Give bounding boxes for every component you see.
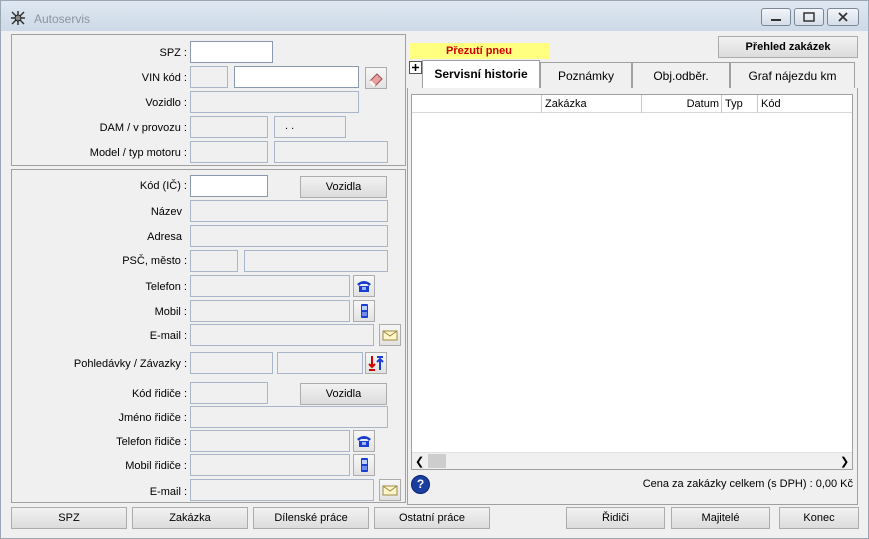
owner-mobile-label: Mobil : (154, 306, 187, 318)
owner-psc-field[interactable] (190, 250, 238, 272)
mobile-icon[interactable] (353, 300, 375, 322)
spz-button[interactable]: SPZ (11, 507, 127, 529)
scroll-thumb[interactable] (428, 454, 446, 468)
tire-change-badge: Přezutí pneu (409, 43, 549, 59)
owner-psc-label: PSČ, město : (122, 255, 187, 267)
owners-button[interactable]: Majitelé (671, 507, 770, 529)
driver-phone-label: Telefon řidiče : (116, 436, 187, 448)
plus-icon[interactable] (409, 61, 422, 74)
phone-icon[interactable] (353, 275, 375, 297)
tab-purchase-orders[interactable]: Obj.odběr. (632, 62, 730, 88)
app-logo-icon (10, 10, 26, 26)
horizontal-scrollbar[interactable]: ❮ ❯ (412, 452, 852, 469)
minimize-button[interactable] (761, 8, 791, 26)
orders-overview-button[interactable]: Přehled zakázek (718, 36, 858, 58)
close-button[interactable] (827, 8, 859, 26)
vin-prefix-field[interactable] (190, 66, 228, 88)
column-header-order[interactable]: Zakázka (542, 95, 642, 113)
column-header-code[interactable]: Kód (758, 95, 818, 113)
title-bar: Autoservis (1, 1, 868, 31)
spz-label: SPZ : (159, 47, 187, 59)
owner-email-field[interactable] (190, 324, 374, 346)
model-field[interactable] (190, 141, 268, 163)
driver-mobile-label: Mobil řidiče : (125, 460, 187, 472)
receivables-label: Pohledávky / Závazky : (73, 358, 187, 370)
driver-phone-field[interactable] (190, 430, 350, 452)
driver-email-label: E-mail : (149, 486, 187, 498)
vozidlo-field[interactable] (190, 91, 359, 113)
owner-phone-field[interactable] (190, 275, 350, 297)
owner-name-label: Název (150, 206, 182, 218)
driver-code-label: Kód řidiče : (131, 388, 187, 400)
window-title: Autoservis (34, 12, 91, 26)
vin-field[interactable] (234, 66, 359, 88)
help-icon[interactable]: ? (411, 475, 430, 494)
engine-type-field[interactable] (274, 141, 388, 163)
tab-service-history[interactable]: Servisní historie (422, 60, 540, 88)
provoz-date-field[interactable]: . . (274, 116, 346, 138)
model-label: Model / typ motoru : (89, 147, 187, 159)
orders-total-text: Cena za zakázky celkem (s DPH) : 0,00 Kč (642, 478, 853, 490)
close-app-button[interactable]: Konec (779, 507, 859, 529)
drivers-button[interactable]: Řidiči (566, 507, 665, 529)
driver-name-label: Jméno řidiče : (118, 412, 187, 424)
other-work-button[interactable]: Ostatní práce (374, 507, 490, 529)
payables-field[interactable] (277, 352, 363, 374)
owner-name-field[interactable] (190, 200, 388, 222)
driver-envelope-icon[interactable] (379, 479, 401, 501)
receivables-field[interactable] (190, 352, 273, 374)
balance-arrows-icon[interactable] (365, 352, 387, 374)
owner-code-field[interactable] (190, 175, 268, 197)
workshop-work-button[interactable]: Dílenské práce (253, 507, 369, 529)
driver-mobile-icon[interactable] (353, 454, 375, 476)
maximize-button[interactable] (794, 8, 824, 26)
driver-email-field[interactable] (190, 479, 374, 501)
eraser-icon[interactable] (365, 67, 387, 89)
dam-label: DAM / v provozu : (99, 122, 187, 134)
tab-notes[interactable]: Poznámky (540, 62, 632, 88)
owner-city-field[interactable] (244, 250, 388, 272)
scroll-left-icon[interactable]: ❮ (415, 455, 424, 468)
owner-vehicles-button[interactable]: Vozidla (300, 176, 387, 198)
column-header-type[interactable]: Typ (722, 95, 758, 113)
owner-mobile-field[interactable] (190, 300, 350, 322)
vin-label: VIN kód : (141, 72, 187, 84)
driver-phone-icon[interactable] (353, 430, 375, 452)
owner-address-field[interactable] (190, 225, 388, 247)
driver-name-field[interactable] (190, 406, 388, 428)
owner-address-label: Adresa (147, 231, 182, 243)
envelope-icon[interactable] (379, 324, 401, 346)
owner-phone-label: Telefon : (145, 281, 187, 293)
service-history-grid[interactable]: Zakázka Datum Typ Kód ❮ ❯ (411, 94, 853, 470)
driver-code-field[interactable] (190, 382, 268, 404)
scroll-right-icon[interactable]: ❯ (840, 455, 849, 468)
app-window: Autoservis SPZ : VIN kód : Vozidlo : DAM… (0, 0, 869, 539)
order-button[interactable]: Zakázka (132, 507, 248, 529)
owner-code-label: Kód (IČ) : (139, 180, 187, 192)
spz-field[interactable] (190, 41, 273, 63)
driver-mobile-field[interactable] (190, 454, 350, 476)
dam-field[interactable] (190, 116, 268, 138)
column-header-date[interactable]: Datum (642, 95, 722, 113)
grid-row-header (412, 95, 542, 113)
vozidlo-label: Vozidlo : (145, 97, 187, 109)
tab-mileage-chart[interactable]: Graf nájezdu km (730, 62, 855, 88)
owner-email-label: E-mail : (149, 330, 187, 342)
driver-vehicles-button[interactable]: Vozidla (300, 383, 387, 405)
